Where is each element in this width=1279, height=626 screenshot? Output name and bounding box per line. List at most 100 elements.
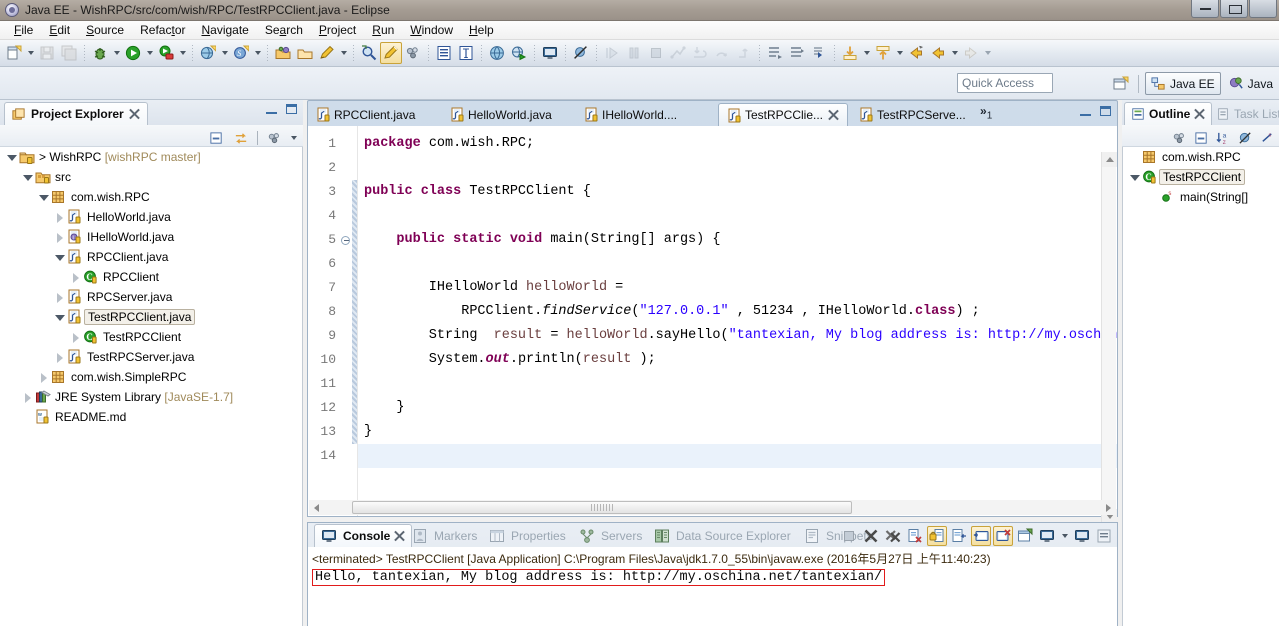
editor-tab-overflow[interactable]: »1 bbox=[980, 104, 992, 121]
save-all-icon[interactable] bbox=[58, 42, 80, 64]
tree-twisty-collapsed[interactable] bbox=[54, 292, 65, 303]
minimize-icon[interactable] bbox=[266, 105, 277, 114]
editor-tab[interactable]: IHelloWorld.... bbox=[576, 103, 685, 126]
perspective-java-ee[interactable]: Java EE bbox=[1144, 72, 1221, 95]
open-console-icon[interactable] bbox=[539, 42, 561, 64]
tree-twisty-expanded[interactable] bbox=[6, 152, 17, 163]
menu-window[interactable]: Window bbox=[402, 21, 461, 39]
remove-launch-icon[interactable] bbox=[861, 526, 881, 546]
new-ejb-icon[interactable]: S bbox=[230, 42, 252, 64]
new-ejb-dropdown-arrow[interactable] bbox=[252, 42, 263, 64]
tree-item-label[interactable]: HelloWorld.java bbox=[87, 210, 171, 224]
tree-item-label[interactable]: TestRPCClient.java bbox=[84, 309, 196, 325]
menu-file[interactable]: FFileile bbox=[6, 21, 41, 39]
tree-twisty-expanded[interactable] bbox=[22, 172, 33, 183]
close-icon[interactable] bbox=[828, 110, 839, 121]
editor-tab[interactable]: HelloWorld.java bbox=[442, 103, 560, 126]
open-browser-icon[interactable] bbox=[486, 42, 508, 64]
maximize-button[interactable] bbox=[1220, 0, 1248, 18]
tree-item[interactable]: HelloWorld.java bbox=[0, 207, 302, 227]
tree-item-label[interactable]: com.wish.RPC bbox=[71, 190, 150, 204]
project-explorer-tree[interactable]: > WishRPC [wishRPC master] src com.wish.RP… bbox=[0, 147, 303, 626]
menu-navigate[interactable]: Navigate bbox=[193, 21, 256, 39]
outline-toolbar[interactable]: az s bbox=[1122, 125, 1279, 147]
show-console-on-output-icon[interactable] bbox=[971, 526, 991, 546]
tree-item[interactable]: > WishRPC [wishRPC master] bbox=[0, 147, 302, 167]
tree-twisty-expanded[interactable] bbox=[1129, 172, 1140, 183]
outline-item[interactable]: s main(String[] bbox=[1123, 187, 1279, 207]
tree-item[interactable]: RPCServer.java bbox=[0, 287, 302, 307]
code-line[interactable]: IHelloWorld helloWorld = bbox=[358, 276, 1117, 300]
previous-edit-dropdown-arrow[interactable] bbox=[894, 42, 905, 64]
step-over-icon[interactable] bbox=[711, 42, 733, 64]
debug-icon[interactable] bbox=[89, 42, 111, 64]
next-edit-dropdown-arrow[interactable] bbox=[861, 42, 872, 64]
console-output-area[interactable]: <terminated> TestRPCClient [Java Applica… bbox=[308, 547, 1117, 626]
focus-on-active-task-icon[interactable] bbox=[1170, 127, 1189, 149]
outline-tabrow[interactable]: Outline Task List bbox=[1122, 100, 1279, 125]
menu-run[interactable]: Run bbox=[364, 21, 402, 39]
tree-item[interactable]: JRE System Library [JavaSE-1.7] bbox=[0, 387, 302, 407]
next-edit-icon[interactable] bbox=[839, 42, 861, 64]
editor-tab[interactable]: TestRPCServe... bbox=[851, 103, 974, 126]
step-return-icon[interactable] bbox=[733, 42, 755, 64]
menu-help[interactable]: Help bbox=[461, 21, 502, 39]
code-line[interactable]: package com.wish.RPC; bbox=[358, 132, 1117, 156]
new-wizard-dropdown-arrow[interactable] bbox=[25, 42, 36, 64]
step-into-icon[interactable] bbox=[689, 42, 711, 64]
code-line[interactable] bbox=[358, 444, 1117, 468]
tree-item[interactable]: w README.md bbox=[0, 407, 302, 427]
previous-edit-icon[interactable] bbox=[872, 42, 894, 64]
run-icon[interactable] bbox=[122, 42, 144, 64]
tree-twisty-collapsed[interactable] bbox=[54, 352, 65, 363]
tab-project-explorer[interactable]: Project Explorer bbox=[4, 102, 148, 125]
tree-item[interactable]: TestRPCClient.java bbox=[0, 307, 302, 327]
console-tab[interactable]: Servers bbox=[573, 524, 648, 547]
tree-twisty-collapsed[interactable] bbox=[38, 372, 49, 383]
terminate-icon[interactable] bbox=[645, 42, 667, 64]
quick-access-input[interactable]: Quick Access bbox=[957, 73, 1053, 93]
show-whitespace-icon[interactable] bbox=[433, 42, 455, 64]
tree-item[interactable]: C TestRPCClient bbox=[0, 327, 302, 347]
code-line[interactable]: } bbox=[358, 396, 1117, 420]
view-dropdown-icon[interactable] bbox=[288, 127, 299, 149]
code-line[interactable] bbox=[358, 204, 1117, 228]
folding-gutter[interactable] bbox=[338, 126, 352, 516]
open-type-icon[interactable] bbox=[272, 42, 294, 64]
tree-item[interactable]: RPCClient.java bbox=[0, 247, 302, 267]
close-icon[interactable] bbox=[394, 531, 405, 542]
link-with-editor-icon[interactable] bbox=[230, 127, 252, 149]
editor-vertical-scrollbar[interactable] bbox=[1101, 152, 1117, 524]
display-selected-console-icon[interactable] bbox=[1037, 526, 1057, 546]
code-line[interactable] bbox=[358, 156, 1117, 180]
collapse-all-icon[interactable] bbox=[1192, 127, 1211, 149]
maximize-icon[interactable] bbox=[1100, 106, 1111, 116]
last-edit-location-icon[interactable] bbox=[808, 42, 830, 64]
console-tab[interactable]: Data Source Explorer bbox=[648, 524, 797, 547]
menu-refactor[interactable]: Refactor bbox=[132, 21, 193, 39]
editor-body[interactable]: 1 2 3 4 5 6 7 8 9 10 11 12 13 14 package com.wish.RPC… bbox=[308, 126, 1117, 524]
sort-icon[interactable]: az bbox=[1214, 127, 1233, 149]
close-icon[interactable] bbox=[129, 109, 140, 120]
outline-item-label[interactable]: main(String[] bbox=[1180, 190, 1248, 204]
tree-twisty-collapsed[interactable] bbox=[22, 392, 33, 403]
external-tools-icon[interactable] bbox=[155, 42, 177, 64]
code-line[interactable]: public static void main(String[] args) { bbox=[358, 228, 1117, 252]
close-icon[interactable] bbox=[1194, 109, 1205, 120]
tree-item-label[interactable]: RPCServer.java bbox=[87, 290, 172, 304]
clear-console-icon[interactable] bbox=[905, 526, 925, 546]
outline-tree[interactable]: com.wish.RPC C TestRPCClient s main(String[] bbox=[1122, 147, 1279, 626]
disconnect-icon[interactable] bbox=[667, 42, 689, 64]
pin-console-icon[interactable] bbox=[1015, 526, 1035, 546]
fold-collapse-icon[interactable] bbox=[340, 236, 350, 246]
menu-edit[interactable]: Edit bbox=[41, 21, 78, 39]
external-tools-dropdown-arrow[interactable] bbox=[177, 42, 188, 64]
minimize-button[interactable] bbox=[1191, 0, 1219, 18]
console-tab[interactable]: Markers bbox=[406, 524, 483, 547]
editor-tabs[interactable]: RPCClient.java HelloWorld.java IHelloWorld… bbox=[308, 101, 1117, 126]
forward-history-dropdown-arrow[interactable] bbox=[949, 42, 960, 64]
new-wizard-icon[interactable] bbox=[3, 42, 25, 64]
tree-item-label[interactable]: com.wish.SimpleRPC bbox=[71, 370, 186, 384]
open-task-icon[interactable] bbox=[294, 42, 316, 64]
minimize-icon[interactable] bbox=[1080, 107, 1091, 116]
